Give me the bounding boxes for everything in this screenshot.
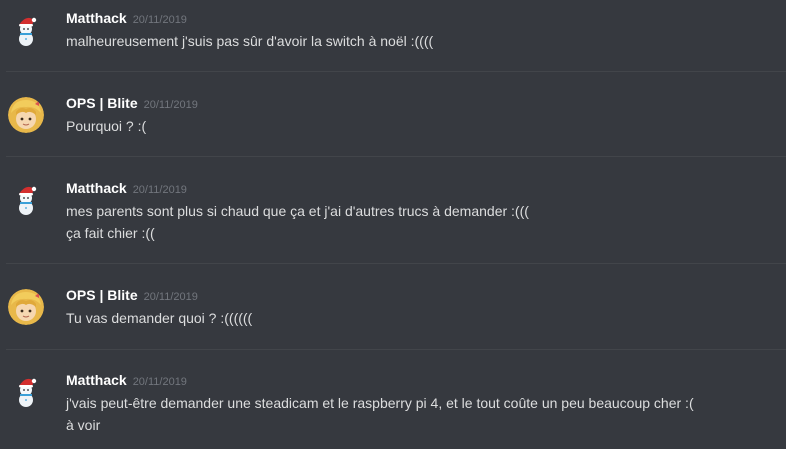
username[interactable]: Matthack	[66, 372, 127, 388]
message-text: mes parents sont plus si chaud que ça et…	[66, 203, 529, 219]
timestamp: 20/11/2019	[132, 376, 187, 388]
username[interactable]: Matthack	[66, 180, 127, 196]
blonde-character-avatar-icon[interactable]	[8, 289, 44, 325]
message-divider	[6, 349, 786, 350]
message-text: malheureusement j'suis pas sûr d'avoir l…	[66, 33, 434, 49]
message-divider	[6, 263, 786, 264]
timestamp: 20/11/2019	[143, 99, 198, 111]
message-text: j'vais peut-être demander une steadicam …	[66, 395, 694, 411]
timestamp: 20/11/2019	[132, 14, 187, 26]
timestamp: 20/11/2019	[132, 184, 187, 196]
blonde-character-avatar-icon[interactable]	[8, 97, 44, 133]
message-text: Pourquoi ? :(	[66, 118, 147, 134]
snowman-avatar-icon[interactable]	[8, 372, 44, 408]
message-text: ça fait chier :((	[66, 225, 155, 241]
message-divider	[6, 71, 786, 72]
message-text: à voir	[66, 417, 101, 433]
snowman-avatar-icon[interactable]	[8, 11, 44, 47]
message-text: Tu vas demander quoi ? :((((((	[66, 310, 253, 326]
username[interactable]: Matthack	[66, 10, 127, 26]
username[interactable]: OPS | Blite	[66, 287, 138, 303]
snowman-avatar-icon[interactable]	[8, 180, 44, 216]
timestamp: 20/11/2019	[143, 291, 198, 303]
username[interactable]: OPS | Blite	[66, 95, 138, 111]
message-divider	[6, 156, 786, 157]
